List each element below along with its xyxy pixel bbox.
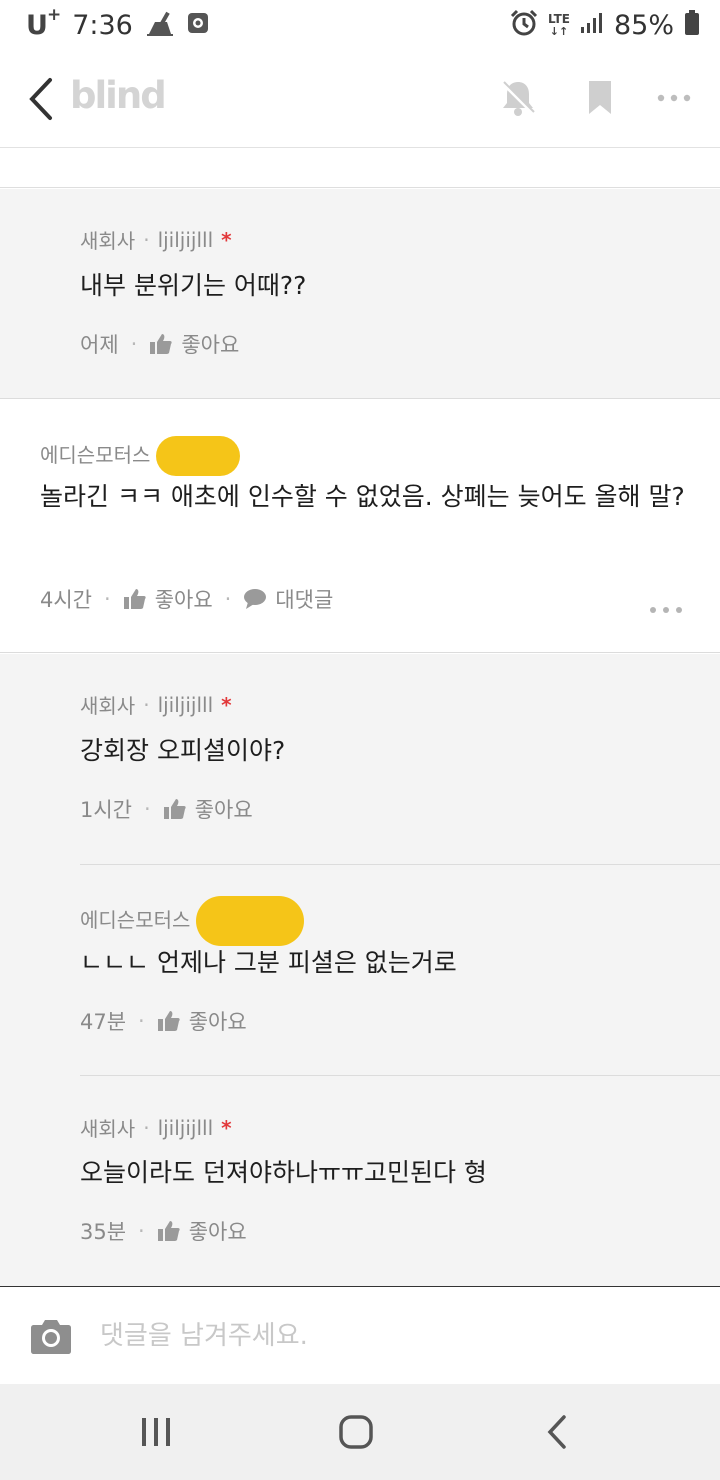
comment-text: 강회장 오피셜이야? [80, 736, 286, 765]
comment-actions: 47분 · 좋아요 [80, 1006, 247, 1036]
comment-meta: 에디슨모터스 [40, 430, 241, 476]
camera-icon[interactable] [30, 1317, 71, 1357]
redacted-nickname [196, 896, 305, 946]
comment-text: 오늘이라도 던져야하나ㅠㅠ고민된다 형 [80, 1158, 487, 1187]
like-button[interactable]: 좋아요 [157, 1006, 247, 1036]
screen-record-icon [187, 12, 209, 38]
carrier-label: U+ [26, 5, 61, 41]
comment-actions: 1시간 · 좋아요 [80, 794, 253, 824]
spacer [0, 148, 720, 188]
comment-meta: 새회사 · ljiljijlll * [80, 1113, 232, 1142]
comment-time: 35분 [80, 1220, 127, 1244]
network-type: LTE ↓↑ [547, 11, 570, 38]
reply-thread: 새회사 · ljiljijlll * 강회장 오피셜이야? 1시간 · 좋아요 … [0, 654, 720, 1286]
divider [80, 1075, 720, 1076]
company-name: 에디슨모터스 [80, 907, 191, 932]
back-chevron-icon[interactable] [22, 76, 62, 122]
status-time: 7:36 [72, 9, 133, 41]
thumbs-up-icon [163, 799, 186, 819]
more-icon[interactable] [656, 78, 696, 118]
battery-icon [684, 10, 700, 40]
reply-button[interactable]: 대댓글 [243, 584, 333, 614]
app-header: blind [0, 50, 720, 148]
author-mark: * [221, 1115, 232, 1140]
comment-more-icon[interactable] [648, 600, 684, 613]
comment-text: 내부 분위기는 어때?? [80, 271, 307, 300]
divider [80, 864, 720, 865]
comment-item: 새회사 · ljiljijlll * 내부 분위기는 어때?? 어제 · 좋아요 [0, 189, 720, 399]
company-name: 에디슨모터스 [40, 442, 151, 467]
company-name: 새회사 [80, 1117, 136, 1141]
comment-time: 1시간 [80, 798, 133, 822]
like-button[interactable]: 좋아요 [149, 329, 239, 359]
recent-apps-icon[interactable] [136, 1412, 176, 1452]
cleaner-icon [145, 10, 175, 40]
nickname: ljiljijlll [157, 227, 214, 252]
notification-off-icon[interactable] [498, 78, 538, 118]
company-name: 새회사 [80, 229, 136, 253]
battery-percent: 85% [613, 9, 674, 41]
comment-actions: 35분 · 좋아요 [80, 1216, 247, 1246]
comment-input-bar [0, 1286, 720, 1384]
thumbs-up-icon [123, 589, 146, 609]
like-button[interactable]: 좋아요 [163, 794, 253, 824]
comment-meta: 새회사 · ljiljijlll * [80, 225, 232, 254]
home-icon[interactable] [336, 1412, 376, 1452]
comment-actions: 4시간 · 좋아요 · 대댓글 [40, 584, 333, 614]
thumbs-up-icon [157, 1221, 180, 1241]
comment-time: 47분 [80, 1010, 127, 1034]
comment-text: 놀라긴 ㅋㅋ 애초에 인수할 수 없었음. 상폐는 늦어도 올해 말? [40, 482, 685, 511]
like-button[interactable]: 좋아요 [123, 584, 213, 614]
comment-item: 에디슨모터스 놀라긴 ㅋㅋ 애초에 인수할 수 없었음. 상폐는 늦어도 올해 … [0, 400, 720, 653]
bookmark-icon[interactable] [582, 78, 622, 118]
thumbs-up-icon [150, 334, 172, 354]
signal-icon [580, 11, 604, 39]
thumbs-up-icon [157, 1011, 180, 1031]
author-mark: * [221, 692, 232, 717]
system-nav-bar [0, 1384, 720, 1480]
app-logo: blind [70, 74, 167, 117]
nickname: ljiljijlll [157, 692, 214, 717]
nickname: ljiljijlll [157, 1115, 214, 1140]
author-mark: * [221, 227, 232, 252]
back-nav-icon[interactable] [538, 1412, 578, 1452]
status-bar: U+ 7:36 LTE ↓↑ 85% [0, 0, 720, 50]
comment-actions: 어제 · 좋아요 [80, 329, 239, 359]
comment-time: 어제 [80, 333, 119, 357]
comment-meta: 에디슨모터스 [80, 890, 305, 946]
company-name: 새회사 [80, 694, 136, 718]
like-button[interactable]: 좋아요 [157, 1216, 247, 1246]
comment-text: ㄴㄴㄴ 언제나 그분 피셜은 없는거로 [80, 948, 457, 977]
alarm-icon [510, 9, 538, 41]
comment-time: 4시간 [40, 588, 93, 612]
comment-input[interactable] [100, 1311, 680, 1361]
speech-bubble-icon [244, 589, 267, 609]
comment-meta: 새회사 · ljiljijlll * [80, 690, 232, 719]
redacted-nickname [156, 436, 241, 476]
